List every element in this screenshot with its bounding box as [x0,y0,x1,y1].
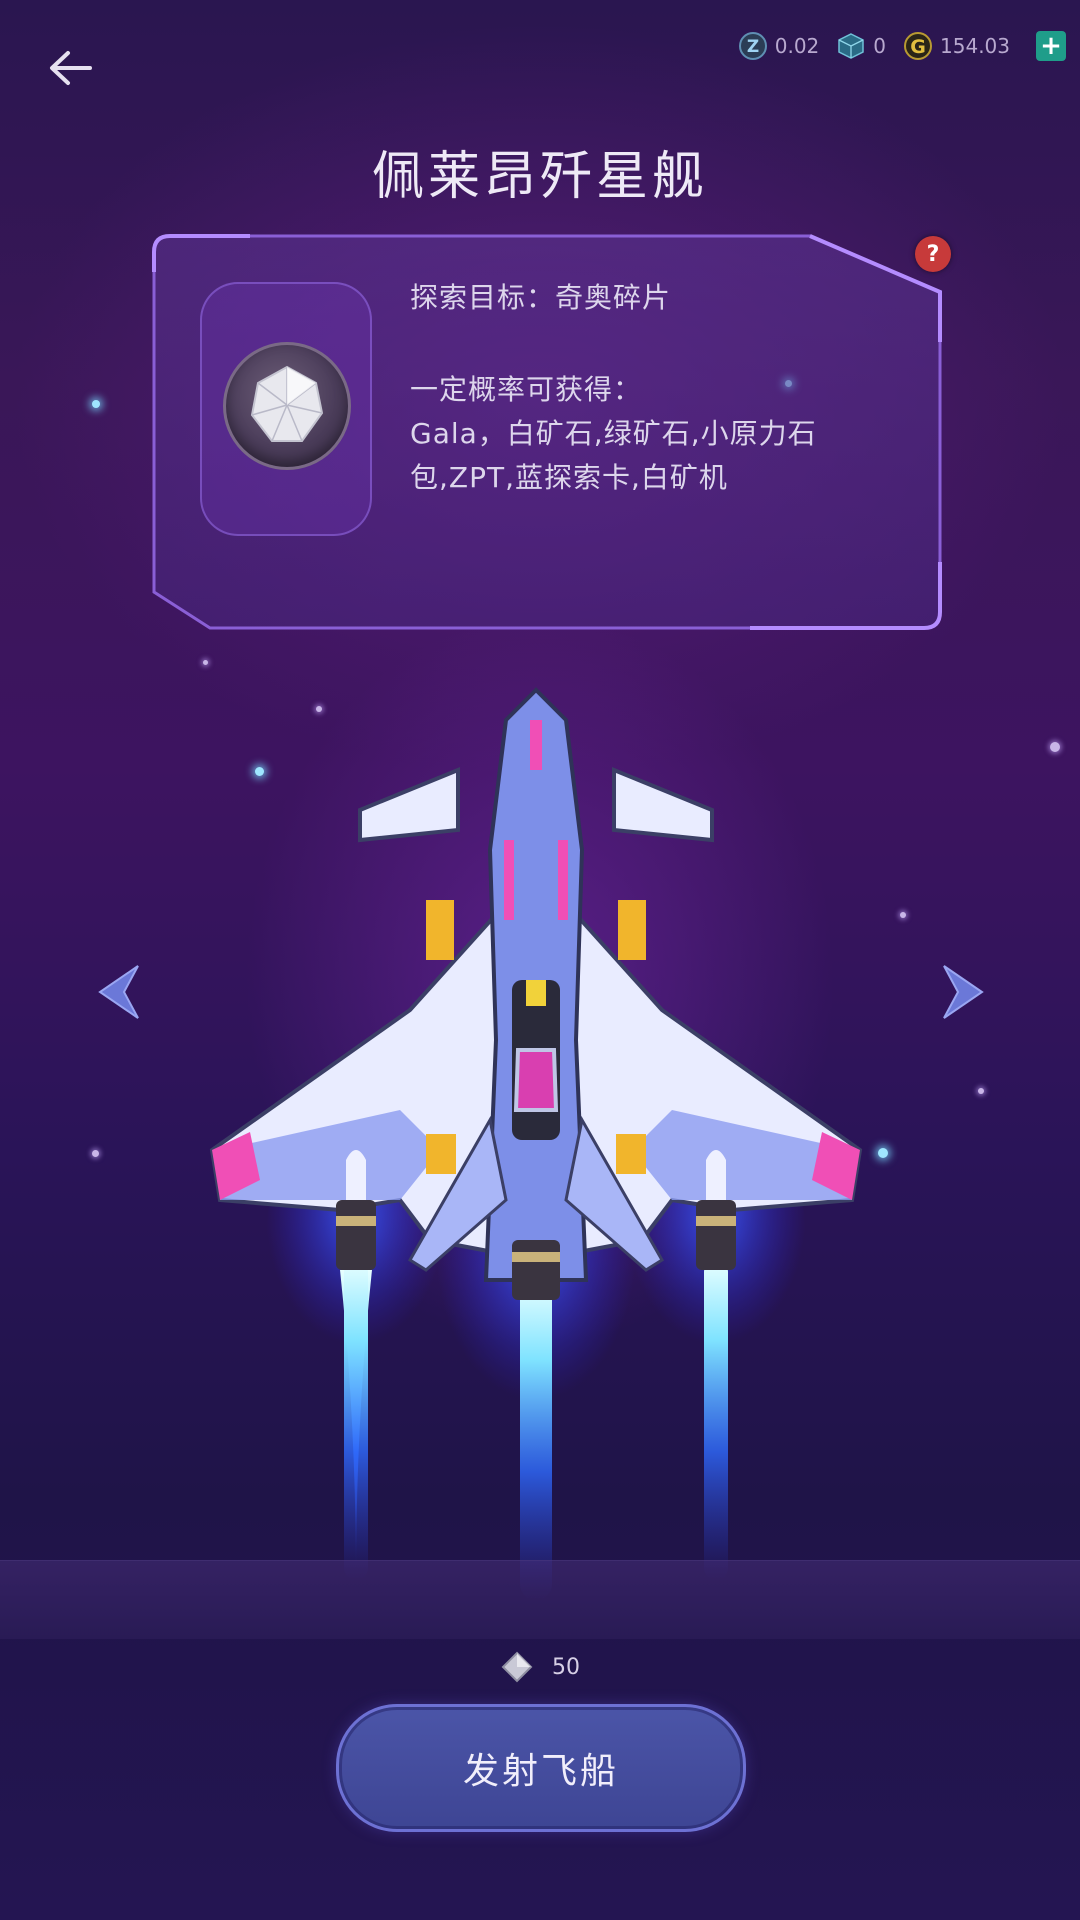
previous-ship-button[interactable] [96,962,142,1022]
ship-name: 佩莱昂歼星舰 [371,147,708,207]
help-button[interactable]: ? [915,236,951,272]
resource-gala-coin: G 154.03 [904,32,1010,60]
crystal-orb-icon [223,342,351,470]
cube-value: 0 [873,34,887,58]
cost-value: 50 [552,1654,580,1680]
svg-text:Z: Z [747,37,759,57]
drop-title: 一定概率可获得： [410,373,643,406]
svg-text:G: G [910,36,926,58]
z-token-value: 0.02 [774,34,820,58]
drop-list-line-1: Gala，白矿石,绿矿石,小原力石 [410,417,817,450]
star [900,912,906,918]
z-token-icon: Z [738,32,767,60]
resource-bar: Z 0.02 0 G 154.03 + [729,26,1066,66]
add-resource-button[interactable]: + [1036,31,1066,61]
back-arrow-icon [50,51,92,85]
gala-coin-value: 154.03 [940,34,1010,58]
star [92,1150,99,1157]
chevron-left-icon [98,965,139,1019]
launch-cost: 50 [0,1650,1080,1684]
star [92,400,100,408]
next-ship-button[interactable] [940,962,986,1022]
resource-cube: 0 [837,32,886,60]
star [1050,742,1060,752]
launch-ship-button[interactable]: 发射飞船 [336,1704,746,1832]
launch-button-label: 发射飞船 [462,1751,619,1792]
back-button[interactable] [40,38,106,98]
resource-z-token: Z 0.02 [738,32,820,60]
ship-pedestal [0,1560,1080,1639]
star [203,660,208,665]
star [978,1088,984,1094]
spaceship-icon [209,687,863,1600]
gala-coin-icon: G [904,32,933,60]
diamond-icon [501,1651,533,1683]
drop-list-line-2: 包,ZPT,蓝探索卡,白矿机 [410,461,728,494]
cube-icon [837,32,865,60]
chevron-right-icon [943,965,984,1019]
explore-target: 探索目标：奇奥碎片 [410,281,672,314]
plus-icon: + [1040,31,1062,61]
